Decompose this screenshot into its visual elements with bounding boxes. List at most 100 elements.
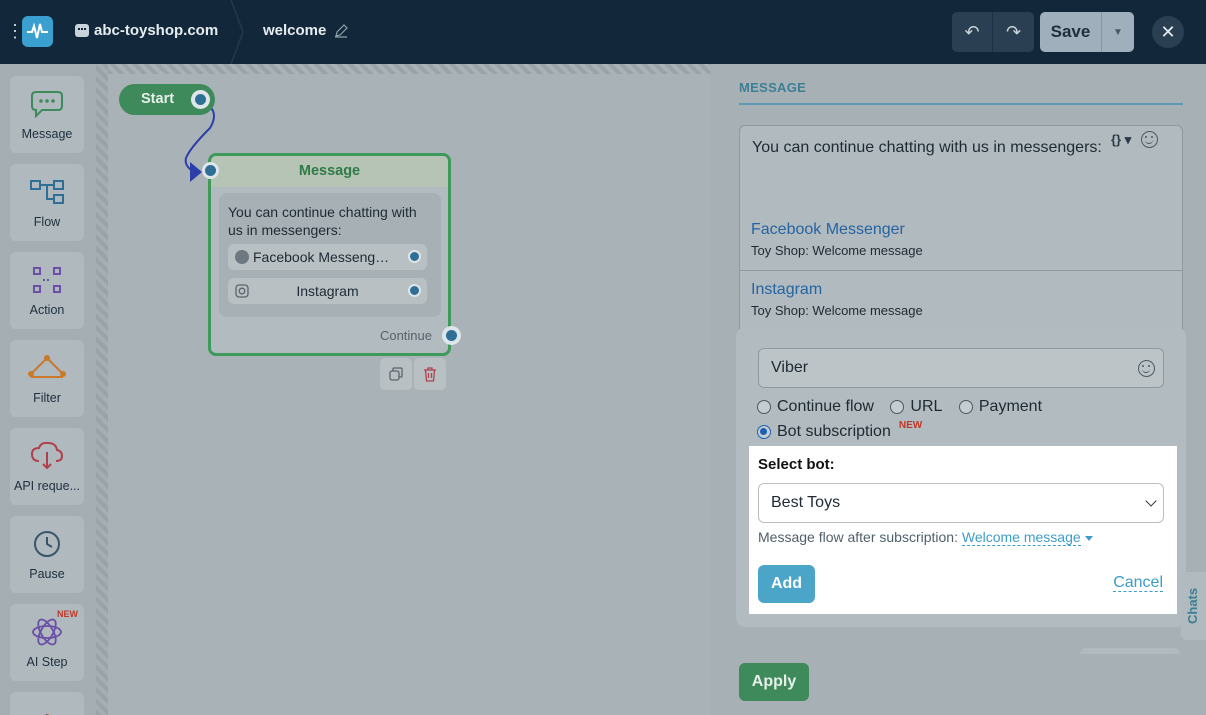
node-button-facebook[interactable]: Facebook Messeng… <box>228 244 427 270</box>
option-label: Bot subscription <box>777 423 891 440</box>
panel-title: MESSAGE <box>739 80 1183 105</box>
start-label: Start <box>141 91 175 107</box>
trash-icon[interactable] <box>414 358 446 390</box>
flow-name: welcome <box>263 22 327 39</box>
palette-item-pause[interactable]: Pause <box>10 516 84 593</box>
flow-selector-link[interactable]: Welcome message <box>961 529 1081 546</box>
node-button-label: Facebook Messeng… <box>253 249 390 265</box>
top-bar: ⋮ abc-toyshop.com welcome ↶ ↷ Save ▼ ✕ <box>0 0 1206 64</box>
box-icon <box>10 704 84 715</box>
flow-icon <box>10 175 84 209</box>
messenger-icon <box>235 250 249 264</box>
button-title[interactable]: Facebook Messenger <box>751 221 1171 239</box>
history-controls: ↶ ↷ <box>952 12 1034 52</box>
button-type-options: Continue flow URL Payment Bot subscripti… <box>757 398 1177 444</box>
radio-circle[interactable] <box>958 400 973 414</box>
bot-subscription-form: Select bot: Best Toys Message flow after… <box>749 446 1177 614</box>
variables-icon: {} <box>1111 131 1122 147</box>
palette-item-flow[interactable]: Flow <box>10 164 84 241</box>
continue-label: Continue <box>379 328 432 343</box>
more-menu-icon[interactable]: ⋮ <box>6 22 24 40</box>
node-button-instagram[interactable]: Instagram <box>228 278 427 304</box>
radio-circle[interactable] <box>757 400 771 414</box>
node-message-text: You can continue chatting with us in mes… <box>228 204 417 238</box>
option-bot-subscription[interactable]: Bot subscription NEW <box>757 420 922 441</box>
clock-icon <box>10 527 84 561</box>
message-text: You can continue chatting with us in mes… <box>752 139 1102 156</box>
palette-item-label: Flow <box>33 215 61 229</box>
breadcrumb-separator <box>230 0 244 64</box>
start-output-port[interactable] <box>191 90 210 109</box>
bot-icon <box>75 24 89 37</box>
message-button-row[interactable]: Instagram Toy Shop: Welcome message <box>739 271 1183 331</box>
bot-select[interactable]: Best Toys <box>758 483 1164 523</box>
ai-icon <box>10 615 84 649</box>
message-icon <box>10 87 84 121</box>
option-continue-flow[interactable]: Continue flow <box>757 398 874 416</box>
radio-circle[interactable] <box>890 400 905 414</box>
caret-down-icon[interactable] <box>1084 535 1093 541</box>
start-node[interactable]: Start <box>119 84 215 115</box>
palette-item-api[interactable]: API reque... <box>10 428 84 505</box>
message-node[interactable]: Message You can continue chatting with u… <box>202 153 461 356</box>
chats-tab[interactable]: Chats <box>1181 572 1206 640</box>
save-button[interactable]: Save <box>1040 12 1102 52</box>
option-label: Continue flow <box>777 398 874 415</box>
after-subscription-label: Message flow after subscription: <box>758 529 958 545</box>
button-title[interactable]: Instagram <box>751 281 1171 299</box>
node-message-body: You can continue chatting with us in mes… <box>219 193 441 317</box>
hidden-control <box>1080 648 1180 654</box>
apply-button[interactable]: Apply <box>739 663 809 701</box>
chevron-down-icon <box>1145 495 1157 507</box>
app-logo[interactable] <box>22 16 53 47</box>
continue-output-port[interactable] <box>442 326 461 345</box>
bot-select-value: Best Toys <box>771 494 841 511</box>
cancel-button[interactable]: Cancel <box>1113 574 1163 592</box>
palette-item-action[interactable]: Action <box>10 252 84 329</box>
palette-item-ai-step[interactable]: NEW AI Step <box>10 604 84 681</box>
site-selector[interactable]: abc-toyshop.com <box>75 22 218 39</box>
filter-icon <box>10 351 84 385</box>
chats-tab-label: Chats <box>1185 587 1200 624</box>
action-icon <box>10 263 84 297</box>
redo-icon[interactable]: ↷ <box>993 12 1034 52</box>
option-label: Payment <box>978 398 1043 415</box>
api-icon <box>10 439 84 473</box>
palette-item-label: Message <box>21 127 73 141</box>
close-icon[interactable]: ✕ <box>1152 16 1184 48</box>
option-label: URL <box>910 398 943 415</box>
button-name-value: Viber <box>771 359 809 376</box>
save-button-group: Save ▼ <box>1040 12 1134 52</box>
palette-item-more[interactable] <box>10 692 84 715</box>
undo-icon[interactable]: ↶ <box>952 12 993 52</box>
flow-title[interactable]: welcome <box>263 22 349 39</box>
message-tools: {} ▾ <box>1111 131 1159 148</box>
option-payment[interactable]: Payment <box>958 398 1043 416</box>
step-palette: Message Flow Action Filter API reque... … <box>0 64 96 715</box>
button-subtitle: Toy Shop: Welcome message <box>751 243 923 258</box>
pencil-icon[interactable] <box>334 23 349 38</box>
node-actions <box>380 358 446 390</box>
button-output-port[interactable] <box>408 250 421 263</box>
button-name-input[interactable]: Viber <box>758 348 1164 388</box>
radio-circle[interactable] <box>757 425 771 439</box>
save-options-chevron-icon[interactable]: ▼ <box>1102 12 1134 52</box>
node-button-label: Instagram <box>296 283 359 299</box>
add-button[interactable]: Add <box>758 565 815 603</box>
button-output-port[interactable] <box>408 284 421 297</box>
duplicate-icon[interactable] <box>380 358 412 390</box>
new-badge: NEW <box>57 609 78 619</box>
palette-item-message[interactable]: Message <box>10 76 84 153</box>
palette-item-filter[interactable]: Filter <box>10 340 84 417</box>
emoji-icon[interactable] <box>1138 360 1155 377</box>
canvas-edge <box>108 64 711 74</box>
palette-item-label: Filter <box>33 391 61 405</box>
palette-item-label: Pause <box>29 567 65 581</box>
option-url[interactable]: URL <box>890 398 942 416</box>
emoji-icon[interactable] <box>1141 131 1159 148</box>
node-input-port[interactable] <box>202 162 219 179</box>
message-button-row[interactable]: Facebook Messenger Toy Shop: Welcome mes… <box>739 211 1183 271</box>
button-subtitle: Toy Shop: Welcome message <box>751 303 923 318</box>
palette-scrollbar[interactable] <box>96 64 108 715</box>
variables-button[interactable]: {} ▾ <box>1111 132 1131 148</box>
